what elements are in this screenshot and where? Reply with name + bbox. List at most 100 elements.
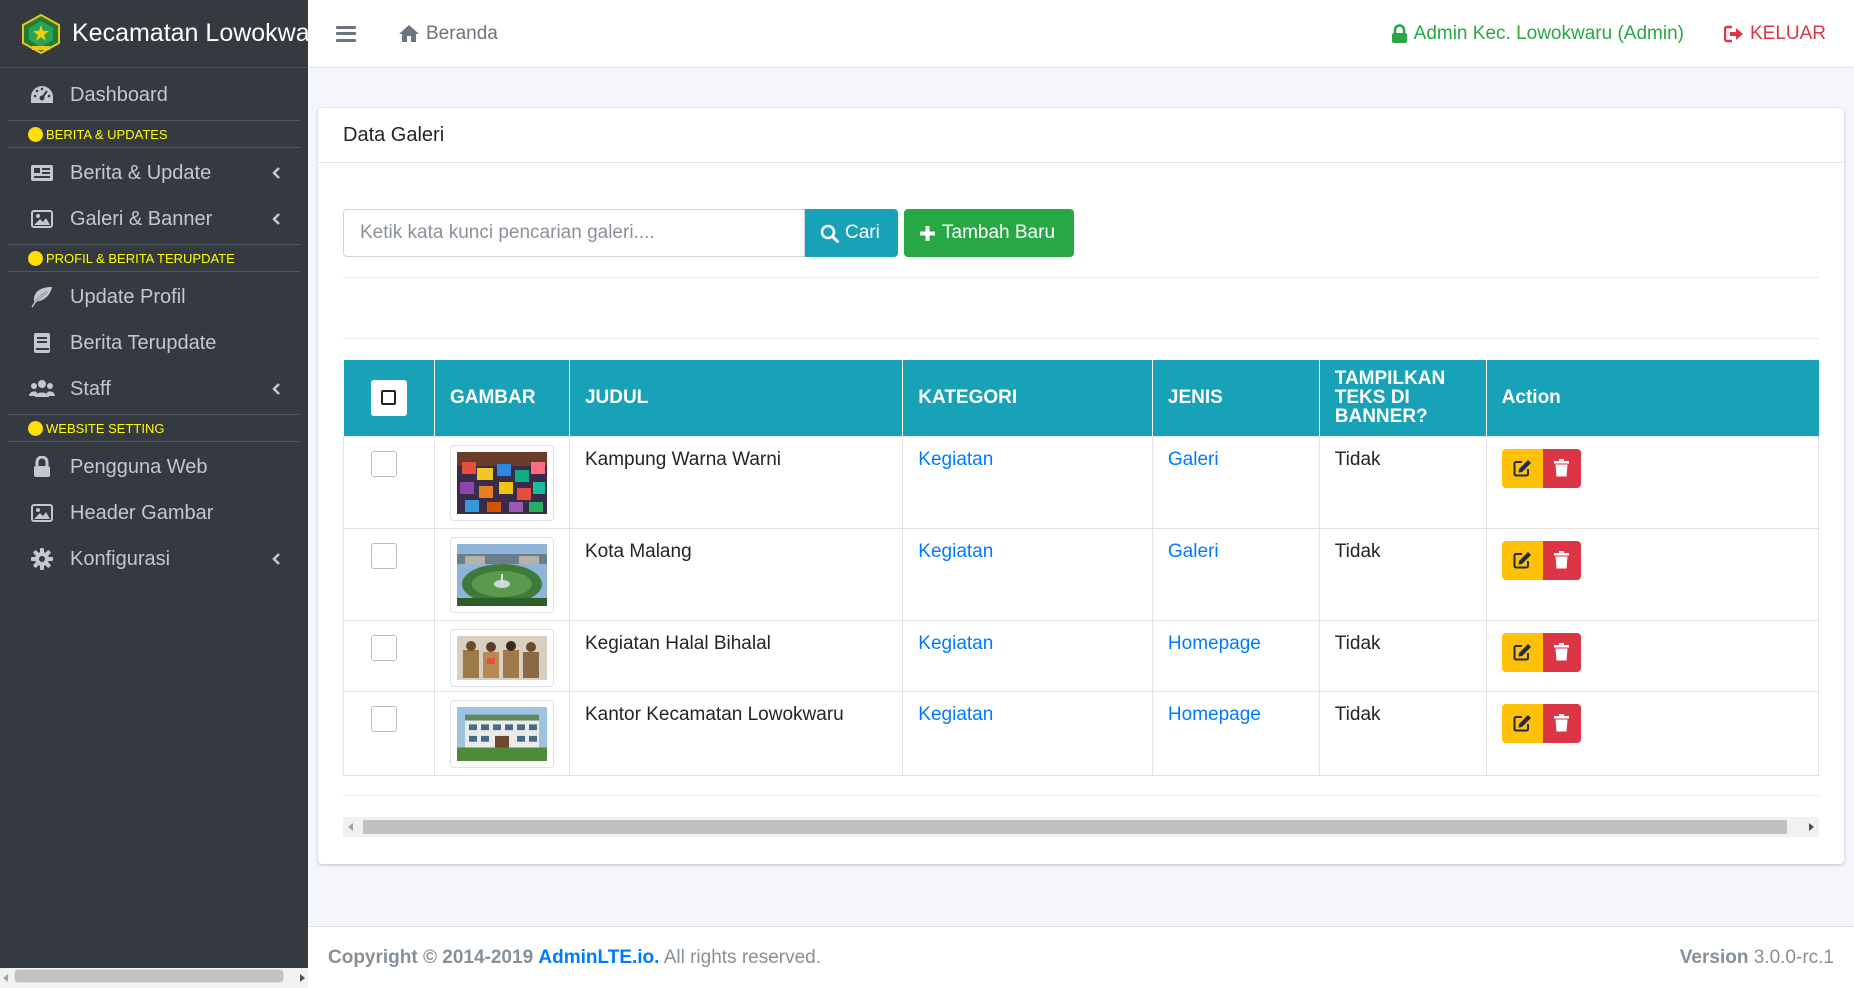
scroll-left-arrow-icon[interactable] [348, 823, 353, 831]
home-icon [399, 25, 419, 42]
image-icon [29, 206, 55, 232]
copyright-prefix: Copyright © 2014-2019 [328, 946, 534, 968]
chevron-left-icon [272, 213, 280, 225]
sidebar-item-label: Konfigurasi [70, 547, 171, 570]
sidebar-item-berita-update[interactable]: Berita & Update [0, 150, 308, 196]
sidebar-item-dashboard[interactable]: Dashboard [0, 72, 308, 118]
version-number: 3.0.0-rc.1 [1753, 946, 1834, 968]
delete-button[interactable] [1542, 448, 1581, 488]
column-header-gambar[interactable]: GAMBAR [433, 360, 570, 436]
column-header-action: Action [1485, 360, 1819, 436]
delete-button[interactable] [1542, 703, 1581, 743]
gallery-thumbnail[interactable] [449, 444, 554, 521]
gallery-table: GAMBAR JUDUL KATEGORI JENIS TAMPILKAN TE… [343, 360, 1820, 776]
tachometer-icon [29, 82, 55, 108]
edit-button[interactable] [1501, 540, 1543, 580]
select-all-checkbox[interactable] [370, 379, 407, 416]
trash-icon [1554, 459, 1570, 477]
newspaper-icon [29, 160, 55, 186]
sidebar-horizontal-scrollbar[interactable] [0, 968, 308, 988]
footer: Copyright © 2014-2019 AdminLTE.io. All r… [308, 926, 1854, 988]
row-checkbox[interactable] [371, 542, 397, 569]
scroll-right-arrow-icon[interactable] [300, 974, 305, 982]
cell-judul: Kampung Warna Warni [568, 435, 904, 529]
add-new-button-label: Tambah Baru [942, 222, 1056, 243]
trash-icon [1554, 551, 1570, 569]
select-all-cell [343, 360, 435, 436]
row-checkbox[interactable] [371, 450, 397, 477]
sidebar-item-label: Dashboard [70, 83, 168, 106]
row-checkbox[interactable] [371, 705, 397, 732]
kategori-link[interactable]: Kegiatan [918, 704, 993, 725]
sidebar-item-label: Staff [70, 377, 111, 400]
sidebar-item-label: Galeri & Banner [70, 207, 213, 230]
menu-toggle-icon[interactable] [336, 25, 356, 42]
sidebar-header-website: WEBSITE SETTING [8, 414, 300, 442]
sidebar-item-label: Header Gambar [70, 501, 214, 524]
brand[interactable]: Kecamatan Lowokwaru [0, 0, 308, 68]
table-row: Kantor Kecamatan Lowokwaru Kegiatan Home… [343, 690, 1820, 776]
logout-link[interactable]: KELUAR [1723, 22, 1826, 45]
delete-button[interactable] [1542, 540, 1581, 580]
version-info: Version 3.0.0-rc.1 [1680, 947, 1834, 969]
sidebar-item-update-profil[interactable]: Update Profil [0, 274, 308, 320]
scrollbar-thumb[interactable] [14, 969, 284, 983]
sidebar-item-galeri-banner[interactable]: Galeri & Banner [0, 196, 308, 242]
jenis-link[interactable]: Homepage [1168, 704, 1261, 725]
gallery-thumbnail[interactable] [449, 628, 554, 687]
column-header-kategori[interactable]: KATEGORI [902, 360, 1153, 436]
search-input[interactable] [343, 209, 805, 257]
table-row: Kota Malang Kegiatan Galeri Tidak [343, 527, 1820, 621]
jenis-link[interactable]: Galeri [1168, 449, 1219, 470]
jenis-link[interactable]: Homepage [1168, 633, 1261, 654]
trash-icon [1554, 643, 1570, 661]
column-header-judul[interactable]: JUDUL [568, 360, 904, 436]
row-checkbox[interactable] [371, 634, 397, 661]
scroll-left-arrow-icon[interactable] [3, 974, 8, 982]
sidebar-header-label: PROFIL & BERITA TERUPDATE [46, 250, 235, 266]
table-horizontal-scrollbar[interactable] [343, 817, 1819, 837]
gallery-thumbnail[interactable] [449, 699, 554, 768]
search-form: Cari Tambah Baru [343, 209, 1074, 257]
sidebar-item-label: Update Profil [70, 285, 186, 308]
sidebar-item-berita-terupdate[interactable]: Berita Terupdate [0, 320, 308, 366]
admin-user-link[interactable]: Admin Kec. Lowokwaru (Admin) [1391, 23, 1684, 45]
column-header-jenis[interactable]: JENIS [1151, 360, 1320, 436]
add-new-button[interactable]: Tambah Baru [904, 209, 1074, 257]
table-row: Kampung Warna Warni Kegiatan Galeri Tida… [343, 435, 1820, 529]
kategori-link[interactable]: Kegiatan [918, 449, 993, 470]
adminlte-link[interactable]: AdminLTE.io. [538, 947, 659, 968]
sidebar-item-konfigurasi[interactable]: Konfigurasi [0, 536, 308, 582]
logout-label: KELUAR [1749, 22, 1826, 44]
gallery-thumbnail[interactable] [449, 536, 554, 613]
edit-icon [1513, 715, 1531, 732]
scroll-right-arrow-icon[interactable] [1809, 823, 1814, 831]
edit-icon [1513, 552, 1531, 569]
image-icon [29, 500, 55, 526]
sidebar-header-label: WEBSITE SETTING [46, 420, 165, 436]
sidebar-item-pengguna-web[interactable]: Pengguna Web [0, 444, 308, 490]
circle-icon [29, 421, 42, 435]
scrollbar-thumb[interactable] [363, 820, 1787, 834]
edit-button[interactable] [1501, 448, 1543, 488]
sidebar-header-label: BERITA & UPDATES [46, 126, 168, 142]
chevron-left-icon [272, 383, 280, 395]
search-button[interactable]: Cari [805, 209, 898, 257]
kategori-link[interactable]: Kegiatan [918, 541, 993, 562]
kategori-link[interactable]: Kegiatan [918, 633, 993, 654]
sidebar-item-label: Pengguna Web [70, 455, 208, 478]
cell-tampilkan: Tidak [1318, 619, 1487, 692]
jenis-link[interactable]: Galeri [1168, 541, 1219, 562]
search-button-label: Cari [845, 222, 880, 243]
sidebar-item-staff[interactable]: Staff [0, 366, 308, 412]
column-header-tampilkan[interactable]: TAMPILKAN TEKS DI BANNER? [1318, 360, 1487, 436]
delete-button[interactable] [1542, 632, 1581, 672]
home-link[interactable]: Beranda [398, 23, 498, 45]
cell-judul: Kantor Kecamatan Lowokwaru [568, 690, 904, 776]
edit-button[interactable] [1501, 703, 1543, 743]
leaf-icon [29, 284, 55, 310]
row-actions [1501, 448, 1803, 488]
sidebar-item-header-gambar[interactable]: Header Gambar [0, 490, 308, 536]
edit-button[interactable] [1501, 632, 1543, 672]
version-label: Version [1679, 946, 1749, 968]
